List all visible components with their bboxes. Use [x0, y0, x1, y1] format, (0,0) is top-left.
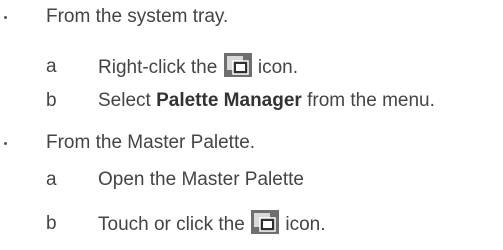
step-text: Select Palette Manager from the menu. [98, 90, 435, 111]
palette-manager-icon [251, 210, 280, 234]
step-letter: b [46, 213, 57, 234]
bullet-marker [4, 16, 7, 19]
step-text: Open the Master Palette [98, 169, 304, 190]
step-text: Right-click the icon. [98, 53, 298, 82]
step-letter: a [46, 169, 57, 190]
step-letter: a [46, 56, 57, 77]
bullet-text: From the Master Palette. [46, 132, 256, 153]
bullet-text: From the system tray. [46, 6, 229, 27]
step-text: Touch or click the icon. [98, 210, 326, 239]
palette-manager-icon [223, 53, 252, 77]
menu-item-name: Palette Manager [156, 90, 302, 111]
step-letter: b [46, 90, 57, 111]
bullet-marker [4, 142, 7, 145]
